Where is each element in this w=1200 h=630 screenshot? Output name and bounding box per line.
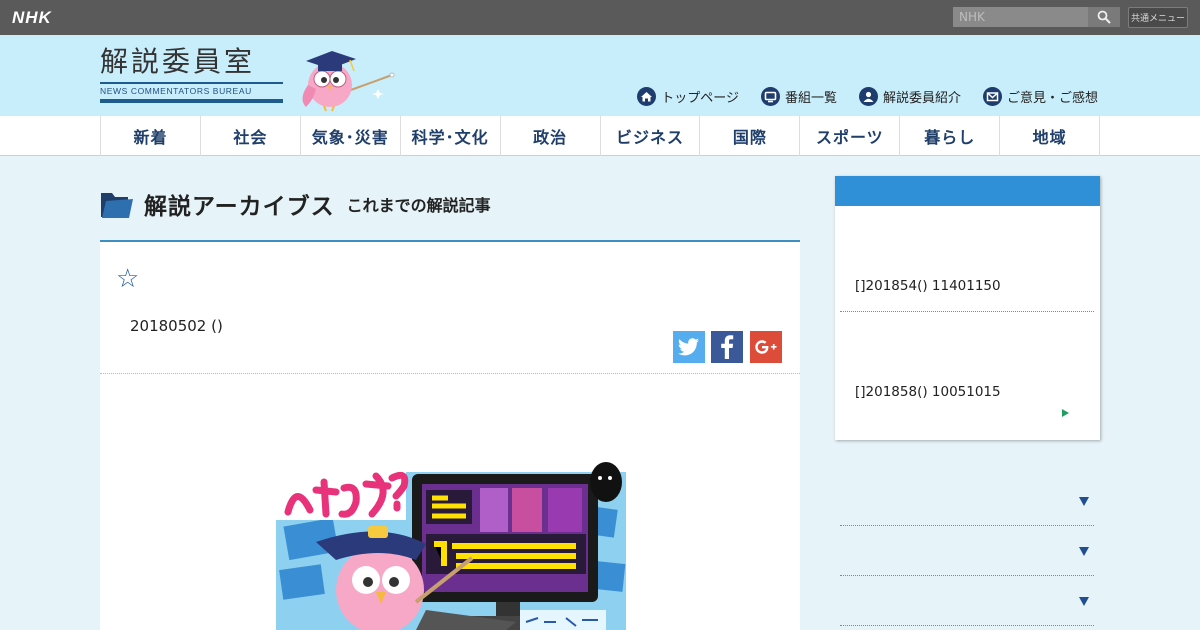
sidebar-accordion-row[interactable] — [840, 526, 1094, 576]
header-link-label: 解説委員紹介 — [882, 91, 961, 106]
search-input[interactable] — [953, 7, 1088, 27]
nav-item-region[interactable]: 地域 — [1000, 116, 1101, 156]
nav-item-science-culture[interactable]: 科学･文化 — [401, 116, 501, 156]
article-divider — [100, 373, 800, 374]
site-subtitle: NEWS COMMENTATORS BUREAU — [100, 82, 283, 104]
header-links: トップページ 番組一覧 解説委員紹介 ご意見・ご感想 — [637, 87, 1098, 106]
star-icon: ☆ — [116, 264, 140, 294]
nav-item-politics[interactable]: 政治 — [501, 116, 601, 156]
header-link-commentators[interactable]: 解説委員紹介 — [858, 87, 961, 106]
twitter-icon — [678, 338, 699, 356]
person-icon — [858, 87, 878, 106]
page-title: 解説アーカイブス これまでの解説記事 — [100, 186, 491, 222]
category-nav: 新着 社会 気象･災害 科学･文化 政治 ビジネス 国際 スポーツ 暮らし 地域 — [0, 116, 1200, 156]
facebook-share-button[interactable] — [711, 331, 743, 363]
nav-item-new[interactable]: 新着 — [101, 116, 201, 156]
chevron-down-icon — [1079, 597, 1089, 606]
page-title-text: 解説アーカイブス — [144, 194, 335, 220]
header-link-label: ご意見・ご感想 — [1006, 91, 1098, 106]
nav-item-sports[interactable]: スポーツ — [800, 116, 901, 156]
nav-item-living[interactable]: 暮らし — [900, 116, 1001, 156]
sidebar-box: []201854() 11401150 []201858() 10051015 — [835, 176, 1100, 440]
header-link-top-page[interactable]: トップページ — [637, 87, 739, 106]
sidebar-accordion-row[interactable] — [840, 476, 1094, 526]
article-date: 20180502 () — [130, 317, 223, 335]
search-icon — [1097, 10, 1111, 24]
nhk-top-bar: NHK 共通メニュー — [0, 0, 1200, 35]
common-menu-button[interactable]: 共通メニュー — [1128, 7, 1188, 28]
site-title[interactable]: 解説委員室 — [100, 45, 255, 79]
nav-item-society[interactable]: 社会 — [201, 116, 301, 156]
header-link-feedback[interactable]: ご意見・ご感想 — [982, 87, 1098, 106]
header-link-programs[interactable]: 番組一覧 — [760, 87, 837, 106]
manga-piracy-illustration — [276, 462, 626, 630]
sidebar-entry[interactable]: []201858() 10051015 — [855, 384, 1001, 400]
facebook-icon — [721, 335, 734, 359]
sidebar-header — [835, 176, 1100, 206]
more-arrow-icon[interactable] — [1062, 409, 1069, 417]
chevron-down-icon — [1079, 497, 1089, 506]
page-title-subtext: これまでの解説記事 — [346, 196, 491, 215]
google-plus-icon — [755, 340, 777, 354]
chevron-down-icon — [1079, 547, 1089, 556]
google-plus-share-button[interactable] — [750, 331, 782, 363]
owl-mascot-icon — [302, 51, 395, 112]
folder-icon — [101, 193, 133, 218]
mail-icon — [982, 87, 1002, 106]
nav-item-weather-disaster[interactable]: 気象･災害 — [301, 116, 401, 156]
search-button[interactable] — [1088, 7, 1120, 27]
nhk-logo[interactable]: NHK — [12, 8, 52, 28]
sidebar-accordion-row[interactable] — [840, 576, 1094, 626]
tv-icon — [760, 87, 780, 106]
site-subtitle-text: NEWS COMMENTATORS BUREAU — [100, 86, 252, 96]
sidebar-entry[interactable]: []201854() 11401150 — [855, 278, 1001, 294]
article-card: ☆ 20180502 () — [100, 242, 800, 630]
sidebar-divider — [840, 311, 1094, 312]
header-link-label: トップページ — [661, 91, 739, 106]
nav-item-business[interactable]: ビジネス — [601, 116, 701, 156]
nav-item-international[interactable]: 国際 — [700, 116, 801, 156]
home-icon — [637, 87, 657, 106]
site-header: 解説委員室 NEWS COMMENTATORS BUREAU トップページ 番組… — [0, 35, 1200, 116]
twitter-share-button[interactable] — [673, 331, 705, 363]
header-link-label: 番組一覧 — [784, 91, 837, 106]
